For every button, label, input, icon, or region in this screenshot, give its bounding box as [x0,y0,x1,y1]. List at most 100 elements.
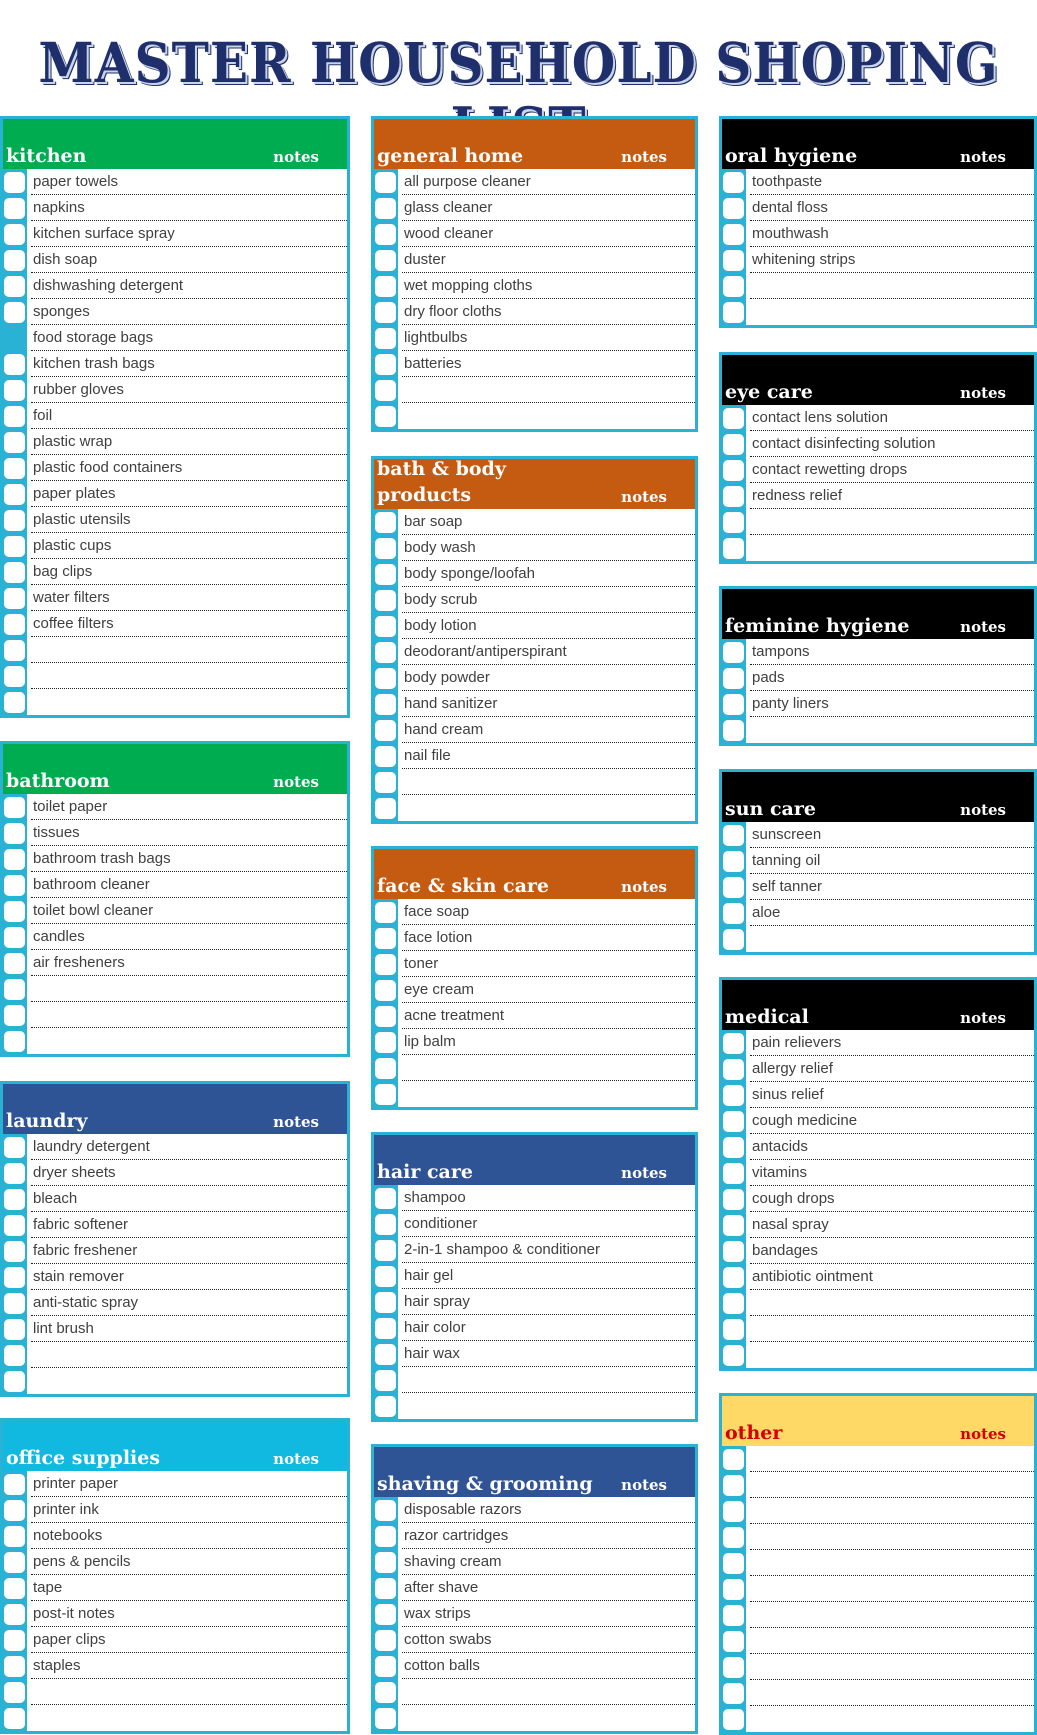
list-item[interactable] [722,509,1034,535]
empty-item-field[interactable] [31,1705,347,1731]
checkbox[interactable] [723,876,744,898]
list-item[interactable]: body scrub [374,587,695,613]
checkbox[interactable] [723,824,744,846]
empty-item-field[interactable] [31,976,347,1002]
list-item[interactable]: deodorant/antiperspirant [374,639,695,665]
empty-item-field[interactable] [750,1446,1034,1472]
checkbox[interactable] [723,1214,744,1236]
empty-item-field[interactable] [750,926,1034,952]
empty-item-field[interactable] [750,1576,1034,1602]
checkbox[interactable] [375,1187,396,1209]
empty-item-field[interactable] [750,1550,1034,1576]
checkbox[interactable] [4,431,25,453]
empty-item-field[interactable] [402,1081,695,1107]
checkbox[interactable] [375,927,396,949]
list-item[interactable]: hair spray [374,1289,695,1315]
checkbox[interactable] [375,379,396,401]
list-item[interactable]: plastic wrap [3,429,347,455]
checkbox[interactable] [723,667,744,689]
list-item[interactable] [374,795,695,821]
checkbox[interactable] [4,197,25,219]
list-item[interactable]: pens & pencils [3,1549,347,1575]
empty-item-field[interactable] [31,637,347,663]
list-item[interactable]: anti-static spray [3,1290,347,1316]
checkbox[interactable] [723,1084,744,1106]
checkbox[interactable] [723,511,744,533]
list-item[interactable]: nail file [374,743,695,769]
checkbox[interactable] [723,433,744,455]
list-item[interactable] [374,377,695,403]
checkbox[interactable] [4,796,25,818]
checkbox[interactable] [4,639,25,661]
list-item[interactable] [374,403,695,429]
checkbox[interactable] [375,797,396,819]
list-item[interactable]: paper plates [3,481,347,507]
checkbox[interactable] [4,379,25,401]
checkbox[interactable] [375,1681,396,1703]
list-item[interactable]: after shave [374,1575,695,1601]
list-item[interactable]: foil [3,403,347,429]
list-item[interactable]: batteries [374,351,695,377]
list-item[interactable]: dry floor cloths [374,299,695,325]
list-item[interactable]: body lotion [374,613,695,639]
list-item[interactable]: contact lens solution [722,405,1034,431]
list-item[interactable]: sinus relief [722,1082,1034,1108]
checkbox[interactable] [4,1525,25,1547]
checkbox[interactable] [375,1083,396,1105]
checkbox[interactable] [4,483,25,505]
empty-item-field[interactable] [750,1602,1034,1628]
empty-item-field[interactable] [402,1367,695,1393]
checkbox[interactable] [375,1577,396,1599]
checkbox[interactable] [375,1031,396,1053]
checkbox[interactable] [723,223,744,245]
list-item[interactable] [722,926,1034,952]
empty-item-field[interactable] [750,1628,1034,1654]
list-item[interactable]: kitchen trash bags [3,351,347,377]
checkbox[interactable] [4,1629,25,1651]
list-item[interactable]: contact disinfecting solution [722,431,1034,457]
checkbox[interactable] [4,1551,25,1573]
list-item[interactable]: hair gel [374,1263,695,1289]
checkbox[interactable] [4,1030,25,1052]
empty-item-field[interactable] [31,1679,347,1705]
list-item[interactable] [722,1680,1034,1706]
checkbox[interactable] [723,1344,744,1366]
list-item[interactable]: duster [374,247,695,273]
list-item[interactable]: hand sanitizer [374,691,695,717]
checkbox[interactable] [723,1552,744,1574]
checkbox[interactable] [375,719,396,741]
list-item[interactable]: notebooks [3,1523,347,1549]
list-item[interactable]: paper towels [3,169,347,195]
list-item[interactable]: toilet bowl cleaner [3,898,347,924]
checkbox[interactable] [4,952,25,974]
checkbox[interactable] [375,953,396,975]
list-item[interactable] [3,689,347,715]
checkbox[interactable] [723,719,744,741]
list-item[interactable]: fabric softener [3,1212,347,1238]
checkbox[interactable] [4,561,25,583]
list-item[interactable]: tissues [3,820,347,846]
list-item[interactable]: conditioner [374,1211,695,1237]
list-item[interactable]: wet mopping cloths [374,273,695,299]
checkbox[interactable] [4,1162,25,1184]
list-item[interactable]: hair color [374,1315,695,1341]
list-item[interactable]: disposable razors [374,1497,695,1523]
empty-item-field[interactable] [402,795,695,821]
list-item[interactable]: plastic cups [3,533,347,559]
list-item[interactable]: allergy relief [722,1056,1034,1082]
list-item[interactable]: face soap [374,899,695,925]
list-item[interactable] [3,1028,347,1054]
checkbox[interactable] [375,1707,396,1729]
list-item[interactable]: toilet paper [3,794,347,820]
list-item[interactable] [722,1316,1034,1342]
checkbox[interactable] [4,1655,25,1677]
list-item[interactable]: bandages [722,1238,1034,1264]
list-item[interactable]: bag clips [3,559,347,585]
list-item[interactable]: antibiotic ointment [722,1264,1034,1290]
list-item[interactable] [722,1446,1034,1472]
list-item[interactable] [722,1524,1034,1550]
checkbox[interactable] [4,587,25,609]
checkbox[interactable] [4,978,25,1000]
list-item[interactable]: kitchen surface spray [3,221,347,247]
checkbox[interactable] [375,1057,396,1079]
